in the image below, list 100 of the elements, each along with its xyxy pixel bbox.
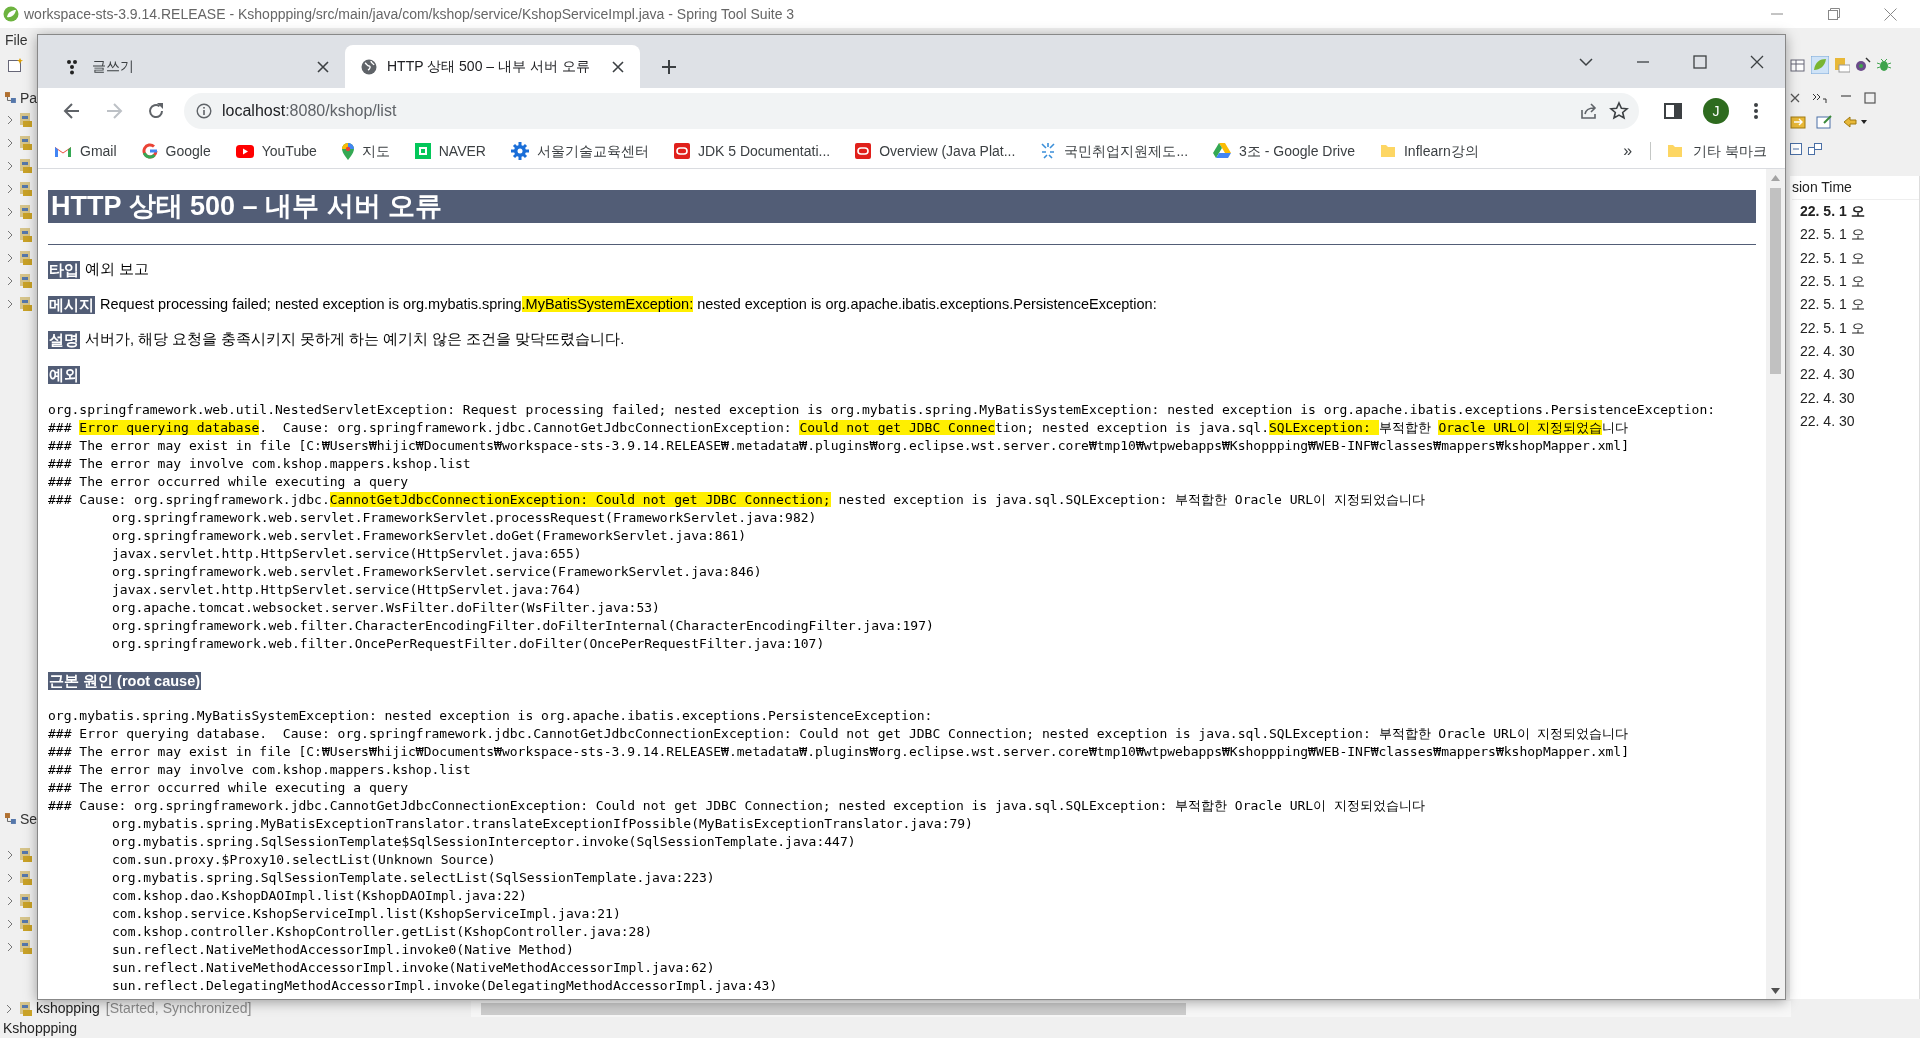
stack-trace-line: org.apache.tomcat.websocket.server.WsFilter.doFilter(WsFilter.java:53) bbox=[111, 599, 661, 617]
folder-icon bbox=[1667, 143, 1684, 159]
bookmark[interactable]: 지도 bbox=[334, 137, 397, 165]
server-icon bbox=[20, 1001, 32, 1016]
chevron-icon[interactable] bbox=[7, 275, 13, 286]
stack-trace-line: javax.servlet.http.HttpServlet.service(HttpServlet.java:764) bbox=[111, 581, 583, 599]
overflow-button[interactable]: » bbox=[1615, 139, 1641, 163]
bookmark[interactable]: Gmail bbox=[47, 137, 124, 165]
project-icon bbox=[20, 296, 32, 311]
browser-tab[interactable]: HTTP 상태 500 – 내부 서버 오류 bbox=[345, 45, 640, 88]
chevron-icon[interactable] bbox=[6, 1003, 12, 1014]
bookmark[interactable]: NAVER bbox=[407, 137, 493, 165]
project-icon bbox=[20, 250, 32, 265]
menu-item[interactable]: File bbox=[5, 29, 28, 51]
stack-trace-line: ### The error may exist in file [C:₩Users₩hijic₩Documents₩workspace-sts-3.9.14.RELEASE₩.metadata₩.plugins₩org.eclipse.wst.server.core₩tmp10₩wtpwebapps₩Kshoppping₩WEB-INF₩classes₩mappers₩kshopMapper.xml] bbox=[48, 743, 1630, 761]
stack-trace-line: javax.servlet.http.HttpServlet.service(HttpServlet.java:655) bbox=[111, 545, 583, 563]
stack-trace-line: org.springframework.web.servlet.FrameworkServlet.doGet(FrameworkServlet.java:861) bbox=[111, 527, 747, 545]
stack-trace-line: org.springframework.web.filter.OncePerRequestFilter.doFilter(OncePerRequestFilter.java:107) bbox=[111, 635, 826, 653]
stack-trace-line: ### The error may involve com.kshop.mappers.kshop.list bbox=[48, 761, 472, 779]
status-text: Kshoppping bbox=[2, 1018, 78, 1038]
kebab-icon bbox=[1753, 102, 1759, 120]
close-icon bbox=[1749, 54, 1764, 69]
scroll-up-icon[interactable] bbox=[1771, 175, 1780, 181]
column-header[interactable]: sion Time bbox=[1792, 176, 1919, 200]
bookmark[interactable]: Google bbox=[134, 137, 218, 165]
chevron-icon[interactable] bbox=[7, 895, 13, 906]
debug-icon[interactable] bbox=[1876, 57, 1892, 73]
avatar[interactable]: J bbox=[1703, 98, 1729, 124]
section-label: 예외 bbox=[48, 366, 80, 384]
bookmark[interactable]: 3조 - Google Drive bbox=[1206, 137, 1362, 165]
close-icon[interactable] bbox=[612, 60, 624, 73]
chevron-icon[interactable] bbox=[7, 849, 13, 860]
chevron-icon[interactable] bbox=[7, 252, 13, 263]
stack-trace-line: ### Error querying database. Cause: org.springframework.jdbc.CannotGetJdbcConnectionException: Could not get JDBC Connection; nested exception is java.sql.SQLException: 부적합한 Oracle URL이 지정되었습니다 bbox=[48, 419, 1630, 437]
close-icon[interactable] bbox=[317, 60, 329, 73]
globe-icon bbox=[361, 58, 377, 75]
window-title: workspace-sts-3.9.14.RELEASE - Kshoppping/src/main/java/com/kshop/service/KshopServiceImpl.java - Spring Tool Suite 3 bbox=[24, 4, 795, 24]
dropdown-icon[interactable] bbox=[1842, 114, 1868, 130]
field-label: 메시지 bbox=[48, 296, 95, 314]
chevron-icon[interactable] bbox=[7, 298, 13, 309]
edit-icon[interactable] bbox=[1816, 114, 1834, 130]
stack-trace-line: sun.reflect.DelegatingMethodAccessorImpl.invoke(DelegatingMethodAccessorImpl.java:43) bbox=[111, 977, 779, 995]
scroll-thumb[interactable] bbox=[1770, 188, 1781, 374]
browser-tab[interactable]: 글쓰기 bbox=[50, 45, 345, 88]
server-name: kshopping bbox=[36, 999, 100, 1018]
close-icon bbox=[1884, 7, 1897, 21]
bookmark[interactable]: 서울기술교육센터 bbox=[503, 137, 656, 165]
stack-trace-line: ### Error querying database. Cause: org.springframework.jdbc.CannotGetJdbcConnectionException: Could not get JDBC Connection; nested exception is java.sql.SQLException: 부적합한 Oracle URL이 지정되었습니다 bbox=[48, 725, 1630, 743]
bookmark[interactable]: Inflearn강의 bbox=[1373, 137, 1486, 165]
minimize-icon bbox=[1635, 60, 1650, 63]
oracle-icon bbox=[673, 143, 690, 159]
publish-icon[interactable] bbox=[1790, 114, 1808, 130]
chevron-icon[interactable] bbox=[7, 918, 13, 929]
layout-icon[interactable] bbox=[1808, 143, 1822, 155]
table-cell-text: 22. 5. 1 오 bbox=[1799, 225, 1866, 245]
perspective-icon[interactable] bbox=[1790, 57, 1806, 73]
info-icon[interactable] bbox=[196, 103, 212, 119]
bookmark[interactable]: 국민취업지원제도... bbox=[1033, 137, 1196, 165]
share-icon[interactable] bbox=[1579, 101, 1599, 121]
bookmark[interactable]: JDK 5 Documentati... bbox=[666, 137, 838, 165]
stack-trace-line: org.mybatis.spring.SqlSessionTemplate$SqlSessionInterceptor.invoke(SqlSessionTemplate.java:447) bbox=[111, 833, 857, 851]
star-icon[interactable] bbox=[1609, 101, 1629, 121]
scroll-bar[interactable] bbox=[1766, 169, 1785, 999]
stack-trace-line: org.springframework.web.filter.CharacterEncodingFilter.doFilterInternal(CharacterEncodingFilter.java:197) bbox=[111, 617, 935, 635]
project-icon bbox=[20, 158, 32, 173]
field-value: Request processing failed; nested exception is org.mybatis.spring.MyBatisSystemException: nested exception is org.apache.ibatis.exceptions.PersistenceException: bbox=[100, 295, 1157, 315]
forward-arrow-icon bbox=[104, 101, 124, 121]
chevron-icon[interactable] bbox=[7, 872, 13, 883]
table-cell-text: 22. 4. 30 bbox=[1799, 388, 1856, 408]
field-value: 예외 보고 bbox=[85, 260, 150, 280]
table-cell-text: 22. 5. 1 오 bbox=[1799, 318, 1866, 338]
scroll-down-icon[interactable] bbox=[1771, 988, 1780, 994]
address-bar[interactable]: localhost:8080/kshop/list bbox=[184, 93, 1639, 129]
reload-icon bbox=[146, 101, 166, 121]
maximize-icon[interactable] bbox=[1864, 92, 1876, 104]
new-file-icon[interactable] bbox=[8, 58, 24, 72]
chevron-icon[interactable] bbox=[7, 160, 13, 171]
server-state: [Started, Synchronized] bbox=[105, 999, 252, 1018]
project-icon bbox=[20, 135, 32, 150]
bookmark[interactable]: Overview (Java Plat... bbox=[848, 137, 1023, 165]
view-tab[interactable]: Pa bbox=[19, 87, 37, 109]
bookmark[interactable]: YouTube bbox=[228, 137, 324, 165]
chevron-icon[interactable] bbox=[7, 114, 13, 125]
close-icon[interactable] bbox=[1790, 93, 1800, 103]
oracle-icon bbox=[855, 143, 872, 159]
scroll-bar[interactable] bbox=[471, 1000, 1792, 1017]
stack-trace-line: ### The error occurred while executing a query bbox=[48, 779, 410, 797]
restore-icon bbox=[1827, 8, 1840, 20]
chevron-icon[interactable] bbox=[7, 137, 13, 148]
bookmark[interactable]: 기타 북마크 bbox=[1661, 137, 1773, 165]
more-views-icon[interactable] bbox=[1812, 92, 1828, 104]
chevron-icon[interactable] bbox=[7, 229, 13, 240]
chevron-icon[interactable] bbox=[7, 941, 13, 952]
table-cell-text: 22. 5. 1 오 bbox=[1799, 295, 1866, 315]
chevron-icon[interactable] bbox=[7, 183, 13, 194]
stack-trace-line: com.kshop.service.KshopServiceImpl.list(KshopServiceImpl.java:21) bbox=[111, 905, 622, 923]
stack-trace-line: com.sun.proxy.$Proxy10.selectList(Unknown Source) bbox=[111, 851, 497, 869]
view-tab[interactable]: Se bbox=[19, 808, 37, 830]
chevron-icon[interactable] bbox=[7, 206, 13, 217]
collapse-icon[interactable] bbox=[1790, 143, 1802, 155]
